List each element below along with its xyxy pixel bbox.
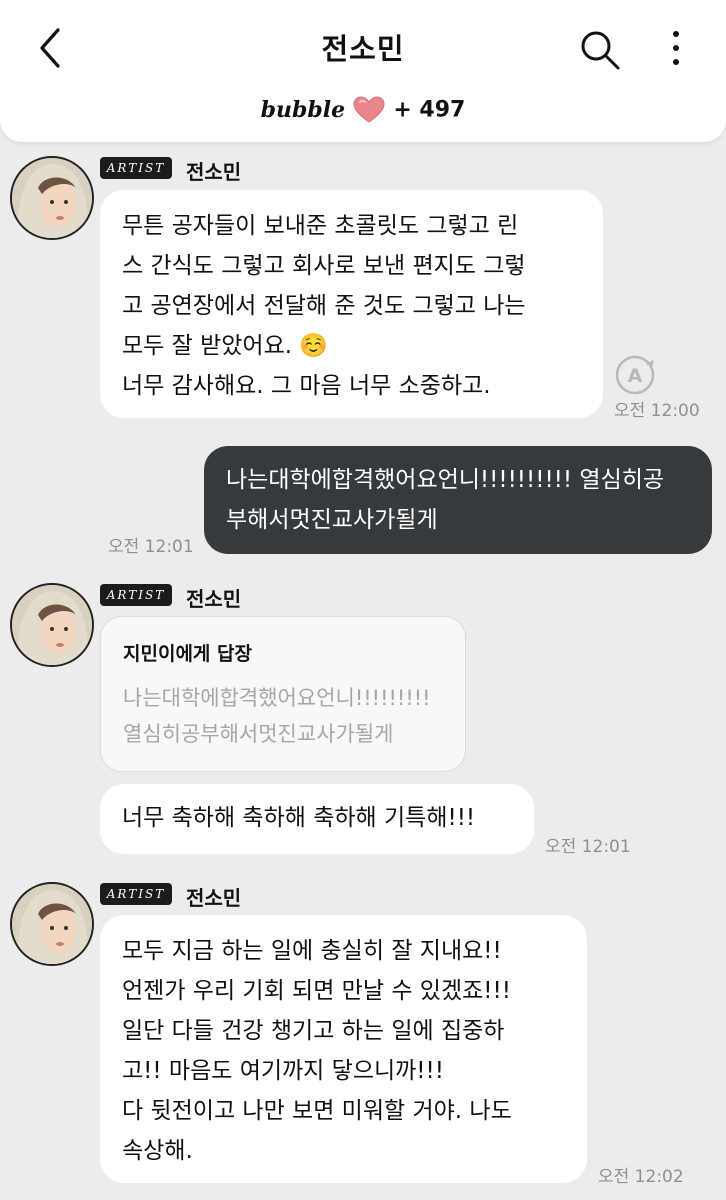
message-line: 속상해.	[122, 1138, 193, 1164]
subscriber-count: + 497	[393, 97, 466, 123]
heart-icon	[353, 96, 385, 123]
message-line: 일단 다들 건강 챙기고 하는 일에 집중하	[122, 1018, 505, 1044]
message-time: 오전 12:01	[108, 537, 194, 557]
quoted-line: 열심히공부해서멋진교사가될게	[123, 722, 394, 746]
message-line: 모두 지금 하는 일에 충실히 잘 지내요!!	[122, 938, 502, 964]
chat-header: 전소민 bubble + 497	[0, 0, 726, 142]
avatar[interactable]	[10, 882, 94, 966]
artist-badge: ARTIST	[100, 584, 172, 606]
message-line: 언젠가 우리 기회 되면 만날 수 있겠죠!!!	[122, 978, 511, 1004]
message-line: 너무 감사해요. 그 마음 너무 소중하고.	[122, 373, 491, 399]
reply-quote-card[interactable]: 지민이에게 답장 나는대학에합격했어요언니!!!!!!!!! 열심히공부해서멋진…	[100, 616, 466, 772]
avatar-image	[12, 585, 92, 665]
message-time: 오전 12:02	[598, 1167, 684, 1187]
auto-translate-icon[interactable]: A	[614, 354, 656, 396]
reply-title: 지민이에게 답장	[123, 643, 252, 665]
reply-quoted-text: 나는대학에합격했어요언니!!!!!!!!! 열심히공부해서멋진교사가될게	[123, 680, 443, 752]
search-icon[interactable]	[578, 28, 622, 72]
message-line: 무튼 공자들이 보내준 초콜릿도 그렇고 린	[122, 213, 519, 239]
message-bubble[interactable]: 너무 축하해 축하해 축하해 기특해!!!	[100, 784, 534, 854]
sender-name: 전소민	[186, 886, 242, 910]
message-line: 스 간식도 그렇고 회사로 보낸 편지도 그렇	[122, 253, 526, 279]
avatar[interactable]	[10, 156, 94, 240]
quoted-line: 나는대학에합격했어요언니!!!!!!!!!	[123, 686, 431, 710]
message-bubble[interactable]: 모두 지금 하는 일에 충실히 잘 지내요!! 언젠가 우리 기회 되면 만날 …	[100, 915, 587, 1183]
bubble-subscription-bar[interactable]: bubble + 497	[0, 96, 726, 132]
artist-badge: ARTIST	[100, 157, 172, 179]
message-line: 다 뒷전이고 나만 보면 미워할 거야. 나도	[122, 1098, 512, 1124]
outgoing-message-bubble[interactable]: 나는대학에합격했어요언니!!!!!!!!!! 열심히공 부해서멋진교사가될게	[204, 446, 712, 554]
message-time: 오전 12:00	[614, 401, 700, 421]
message-line: 고!! 마음도 여기까지 닿으니까!!!	[122, 1058, 444, 1084]
svg-text:A: A	[628, 365, 643, 387]
avatar-image	[12, 158, 92, 238]
sender-name: 전소민	[186, 160, 242, 184]
sender-name: 전소민	[186, 587, 242, 611]
bubble-logo: bubble	[260, 97, 346, 123]
more-vertical-icon[interactable]	[664, 28, 688, 68]
message-line: 고 공연장에서 전달해 준 것도 그렇고 나는	[122, 293, 526, 319]
message-line: 부해서멋진교사가될게	[226, 507, 438, 533]
message-line: 모두 잘 받았어요. ☺️	[122, 333, 329, 359]
avatar-image	[12, 884, 92, 964]
artist-badge: ARTIST	[100, 883, 172, 905]
avatar[interactable]	[10, 583, 94, 667]
message-time: 오전 12:01	[545, 837, 631, 857]
message-line: 나는대학에합격했어요언니!!!!!!!!!! 열심히공	[226, 467, 665, 493]
message-line: 너무 축하해 축하해 축하해 기특해!!!	[122, 805, 476, 831]
message-bubble[interactable]: 무튼 공자들이 보내준 초콜릿도 그렇고 린 스 간식도 그렇고 회사로 보낸 …	[100, 190, 603, 418]
